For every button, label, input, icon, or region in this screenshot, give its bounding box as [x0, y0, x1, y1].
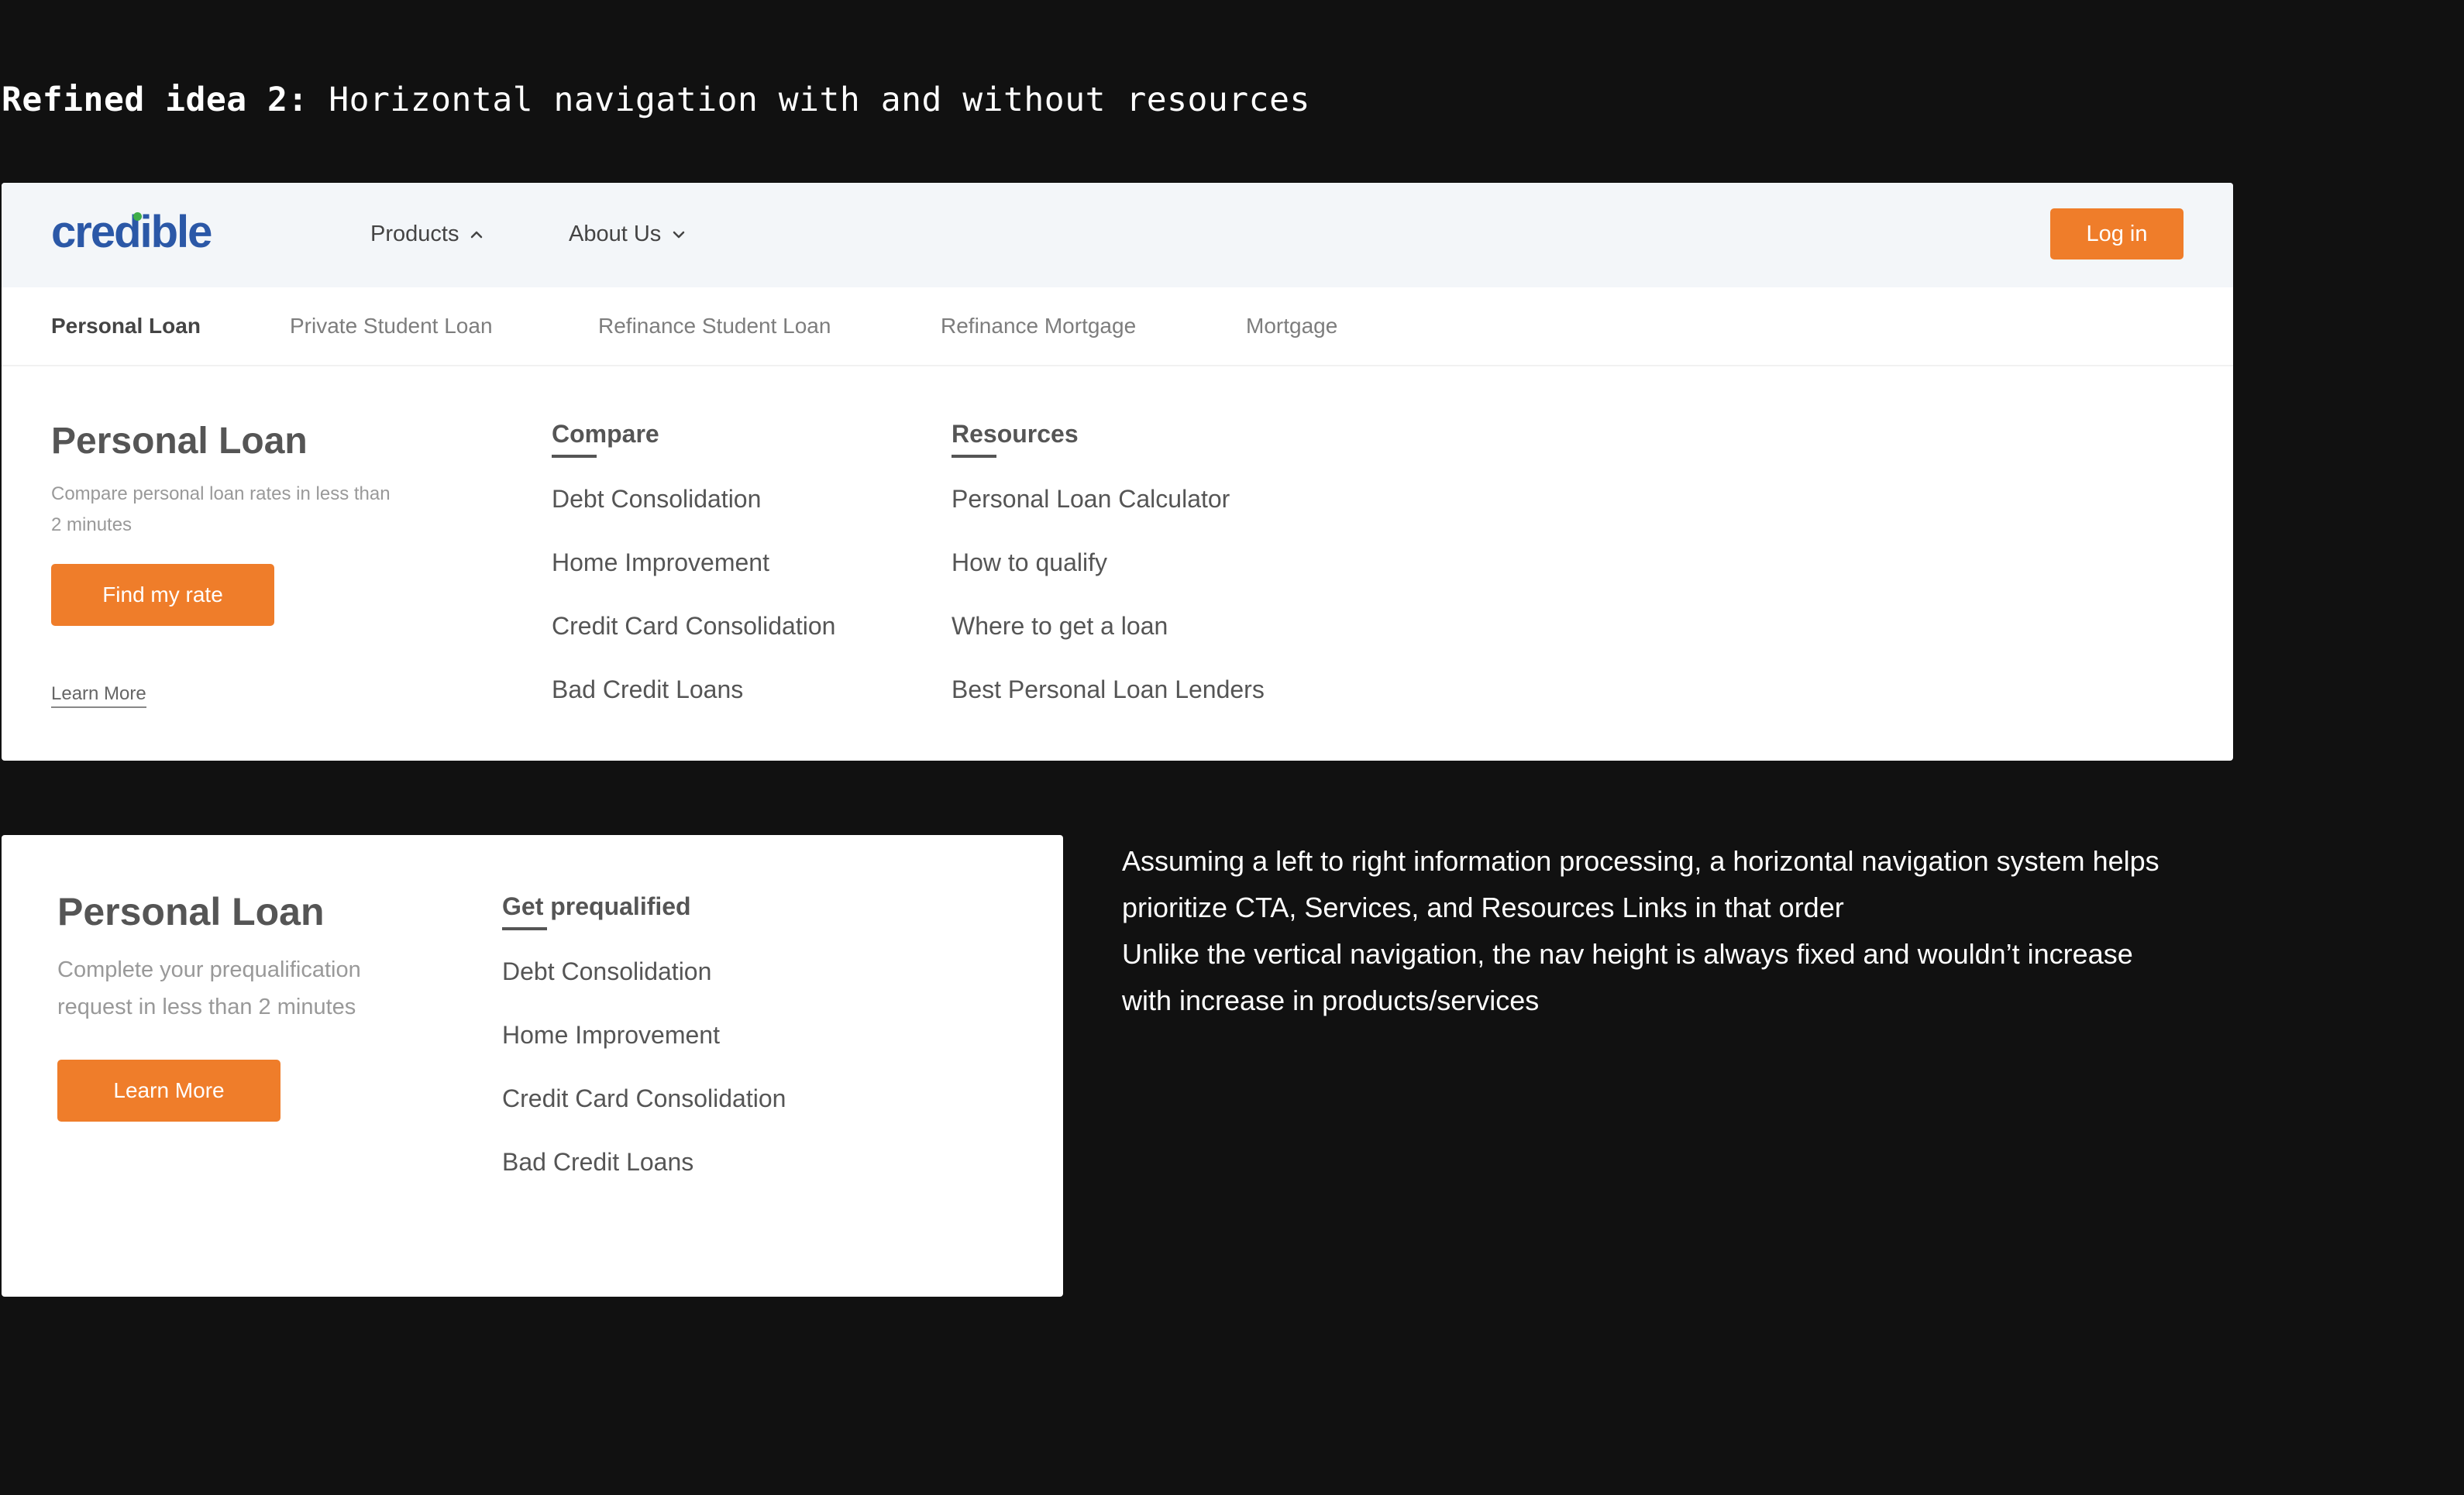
explanation-line: with increase in products/services — [1122, 985, 1540, 1016]
explanation-text: Assuming a left to right information pro… — [1122, 838, 2238, 1024]
explanation-line: prioritize CTA, Services, and Resources … — [1122, 892, 1844, 923]
resources-heading: Resources — [952, 420, 1079, 458]
chevron-up-icon — [471, 231, 483, 238]
product-description: Complete your prequalification request i… — [57, 951, 361, 1026]
product-description: Compare personal loan rates in less than… — [51, 479, 391, 541]
subnav-item-mortgage[interactable]: Mortgage — [1246, 314, 1337, 339]
chevron-down-icon — [673, 231, 685, 238]
products-menu[interactable]: Products — [370, 222, 485, 247]
compare-link[interactable]: Credit Card Consolidation — [552, 612, 835, 641]
product-title: Personal Loan — [51, 421, 308, 462]
logo-dot — [133, 212, 142, 221]
subnav-item-personal-loan[interactable]: Personal Loan — [51, 314, 201, 339]
explanation-line: Assuming a left to right information pro… — [1122, 845, 2159, 877]
resource-link[interactable]: Where to get a loan — [952, 612, 1168, 641]
products-label: Products — [370, 222, 459, 246]
prequal-link[interactable]: Debt Consolidation — [502, 957, 711, 986]
nav-mockup-with-resources: credible Products About Us Log in Person… — [2, 183, 2233, 761]
prequal-link[interactable]: Bad Credit Loans — [502, 1148, 693, 1177]
get-prequalified-heading: Get prequalified — [502, 892, 691, 930]
compare-heading-text: Compare — [552, 420, 659, 448]
explanation-line: Unlike the vertical navigation, the nav … — [1122, 938, 2133, 970]
product-description-line: Compare personal loan rates in less than — [51, 483, 391, 504]
product-description-line: 2 minutes — [51, 514, 132, 535]
product-description-line: request in less than 2 minutes — [57, 995, 356, 1019]
about-us-label: About Us — [569, 222, 662, 246]
subnav-item-refinance-student-loan[interactable]: Refinance Student Loan — [598, 314, 831, 339]
compare-link[interactable]: Bad Credit Loans — [552, 675, 743, 704]
compare-heading: Compare — [552, 420, 659, 458]
resource-link[interactable]: Best Personal Loan Lenders — [952, 675, 1265, 704]
subnav-item-refinance-mortgage[interactable]: Refinance Mortgage — [941, 314, 1136, 339]
heading-underline — [502, 927, 547, 930]
page-title-rest: Horizontal navigation with and without r… — [329, 81, 1310, 119]
compare-link[interactable]: Debt Consolidation — [552, 485, 761, 514]
product-description-line: Complete your prequalification — [57, 957, 361, 982]
learn-more-link[interactable]: Learn More — [51, 683, 146, 708]
top-navigation-bar: credible Products About Us Log in — [2, 183, 2233, 287]
resource-link[interactable]: How to qualify — [952, 548, 1107, 577]
login-button[interactable]: Log in — [2050, 208, 2184, 259]
about-us-menu[interactable]: About Us — [569, 222, 687, 247]
resource-link[interactable]: Personal Loan Calculator — [952, 485, 1230, 514]
prequal-link[interactable]: Home Improvement — [502, 1021, 720, 1050]
product-title: Personal Loan — [57, 890, 325, 933]
heading-underline — [552, 455, 597, 458]
find-my-rate-button[interactable]: Find my rate — [51, 564, 274, 626]
products-subnav: Personal Loan Private Student Loan Refin… — [2, 287, 2233, 366]
credible-logo[interactable]: credible — [51, 206, 212, 258]
page-title-bold: Refined idea 2: — [2, 81, 308, 119]
learn-more-button[interactable]: Learn More — [57, 1060, 280, 1122]
compare-link[interactable]: Home Improvement — [552, 548, 769, 577]
get-prequalified-heading-text: Get prequalified — [502, 892, 691, 920]
heading-underline — [952, 455, 996, 458]
subnav-item-private-student-loan[interactable]: Private Student Loan — [290, 314, 493, 339]
nav-mockup-without-resources: Personal Loan Complete your prequalifica… — [2, 835, 1063, 1297]
page-title: Refined idea 2: Horizontal navigation wi… — [2, 81, 1310, 119]
resources-heading-text: Resources — [952, 420, 1079, 448]
prequal-link[interactable]: Credit Card Consolidation — [502, 1084, 786, 1113]
